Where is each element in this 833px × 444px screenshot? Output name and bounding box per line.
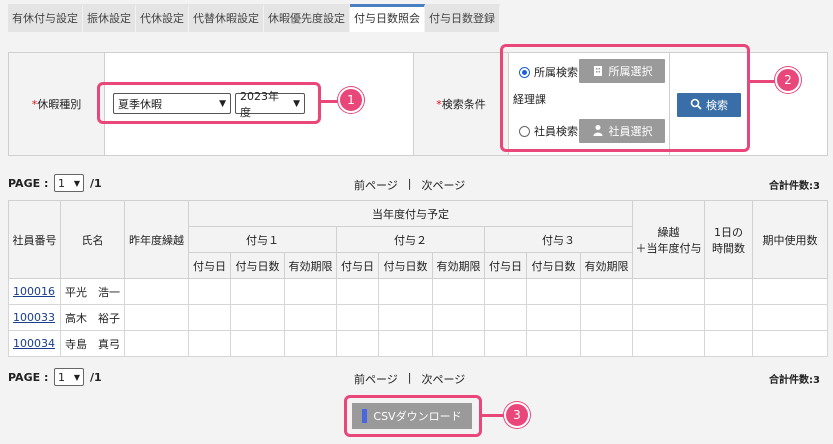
header-expiry: 有効期限 [580,252,633,279]
nav-separator: | [407,177,412,190]
total-count: 合計件数:3 [769,181,820,192]
page-nav: 前ページ | 次ページ [354,177,465,193]
header-grant-days: 付与日数 [526,252,581,279]
tab-substitute-holiday-settings[interactable]: 振休設定 [83,4,136,32]
header-grant-date: 付与日 [336,252,379,279]
condition-label: * 検索条件 [413,53,509,155]
header-name: 氏名 [60,200,125,279]
header-grant-date: 付与日 [484,252,527,279]
name-cell: 寺島 真弓 [60,330,125,357]
tab-leave-priority-settings[interactable]: 休暇優先度設定 [264,4,350,32]
total-pages: /1 [90,177,102,190]
tab-alternative-leave-settings[interactable]: 代替休暇設定 [189,4,264,32]
page-value: 1 [58,176,65,190]
header-carry-plus: 繰越 ＋当年度付与 [632,200,705,279]
pager-bottom: PAGE : 1 ▼ /1 前ページ | 次ページ 合計件数:3 [8,368,828,388]
leave-type-label: * 休暇種別 [9,53,105,155]
header-grant-days: 付与日数 [230,252,285,279]
callout-connector-3 [482,414,504,417]
header-hours-line1: 1日の [714,225,743,239]
emp-no-link[interactable]: 100016 [13,285,55,298]
header-grant-date: 付与日 [188,252,231,279]
page-select[interactable]: 1 ▼ [54,174,84,192]
download-icon [362,409,368,423]
callout-connector-1 [321,100,339,103]
callout-highlight-2 [500,44,750,152]
csv-download-button[interactable]: CSVダウンロード [352,403,472,429]
emp-no-cell: 100033 [8,304,61,331]
name-cell: 平光 浩一 [60,278,125,305]
header-emp-no: 社員番号 [8,200,61,279]
header-grant3: 付与３ [484,226,633,253]
callout-badge-2: 2 [775,67,801,93]
header-carry-plus-line2: ＋当年度付与 [635,241,702,255]
pager-top: PAGE : 1 ▼ /1 前ページ | 次ページ 合計件数:3 [8,174,828,194]
chevron-down-icon: ▼ [73,178,80,188]
total-pages: /1 [90,371,102,384]
next-page-link[interactable]: 次ページ [422,177,466,193]
header-hours-line2: 時間数 [712,241,745,255]
leave-type-label-text: 休暇種別 [37,98,82,111]
header-carry-prev: 昨年度繰越 [124,200,189,279]
page-value: 1 [58,370,65,384]
page-label: PAGE : [8,177,49,190]
header-hours: 1日の 時間数 [704,200,753,279]
total-count: 合計件数:3 [769,375,820,386]
emp-no-cell: 100016 [8,278,61,305]
nav-separator: | [407,371,412,384]
tab-grant-days-inquiry[interactable]: 付与日数照会 [350,4,425,32]
tab-bar: 有休付与設定 振休設定 代休設定 代替休暇設定 休暇優先度設定 付与日数照会 付… [8,4,500,32]
prev-page-link[interactable]: 前ページ [354,177,398,193]
header-plan-group: 当年度付与予定 [188,200,633,227]
emp-no-cell: 100034 [8,330,61,357]
callout-badge-3: 3 [504,402,530,428]
header-grant1: 付与１ [188,226,337,253]
header-used: 期中使用数 [752,200,828,279]
csv-download-label: CSVダウンロード [373,410,462,423]
next-page-link[interactable]: 次ページ [422,371,466,387]
chevron-down-icon: ▼ [73,372,80,382]
header-grant-days: 付与日数 [378,252,433,279]
header-expiry: 有効期限 [284,252,337,279]
callout-connector-2 [750,80,776,83]
callout-highlight-1 [97,82,321,124]
name-cell: 高木 裕子 [60,304,125,331]
emp-no-link[interactable]: 100034 [13,337,55,350]
grant-days-table: 社員番号 氏名 昨年度繰越 当年度付与予定 繰越 ＋当年度付与 1日の 時間数 … [8,200,828,357]
condition-label-text: 検索条件 [441,98,486,111]
header-carry-plus-line1: 繰越 [657,225,680,239]
page-nav: 前ページ | 次ページ [354,371,465,387]
emp-no-link[interactable]: 100033 [13,311,55,324]
tab-grant-days-registration[interactable]: 付与日数登録 [425,4,500,32]
header-expiry: 有効期限 [432,252,485,279]
page-select[interactable]: 1 ▼ [54,368,84,386]
page-label: PAGE : [8,371,49,384]
tab-compensatory-leave-settings[interactable]: 代休設定 [136,4,189,32]
prev-page-link[interactable]: 前ページ [354,371,398,387]
tab-paid-leave-settings[interactable]: 有休付与設定 [8,4,83,32]
table-row: 100033 高木 裕子 [8,304,828,331]
table-row: 100016 平光 浩一 [8,278,828,305]
table-row: 100034 寺島 真弓 [8,330,828,357]
callout-badge-1: 1 [338,87,364,113]
header-grant2: 付与２ [336,226,485,253]
